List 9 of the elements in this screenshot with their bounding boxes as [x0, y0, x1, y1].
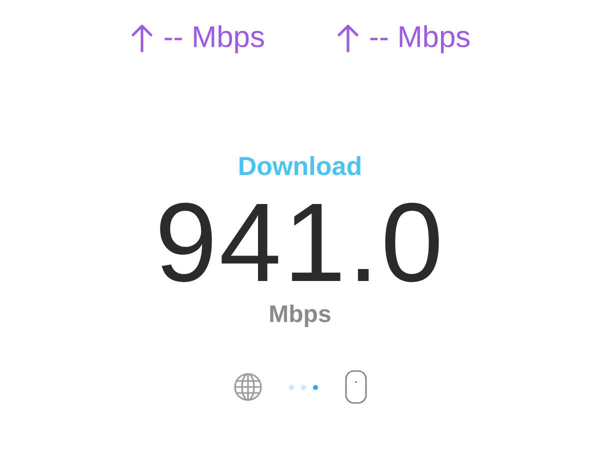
arrow-up-icon [131, 23, 154, 53]
test-label: Download [238, 150, 362, 183]
speed-value: 941.0 [154, 183, 446, 303]
router-icon [344, 369, 368, 405]
upload-speed: -- Mbps [369, 20, 471, 56]
arrow-up-icon [337, 23, 359, 53]
globe-icon [232, 372, 262, 402]
speed-unit: Mbps [268, 300, 332, 330]
upload-speed: -- Mbps [163, 20, 265, 56]
